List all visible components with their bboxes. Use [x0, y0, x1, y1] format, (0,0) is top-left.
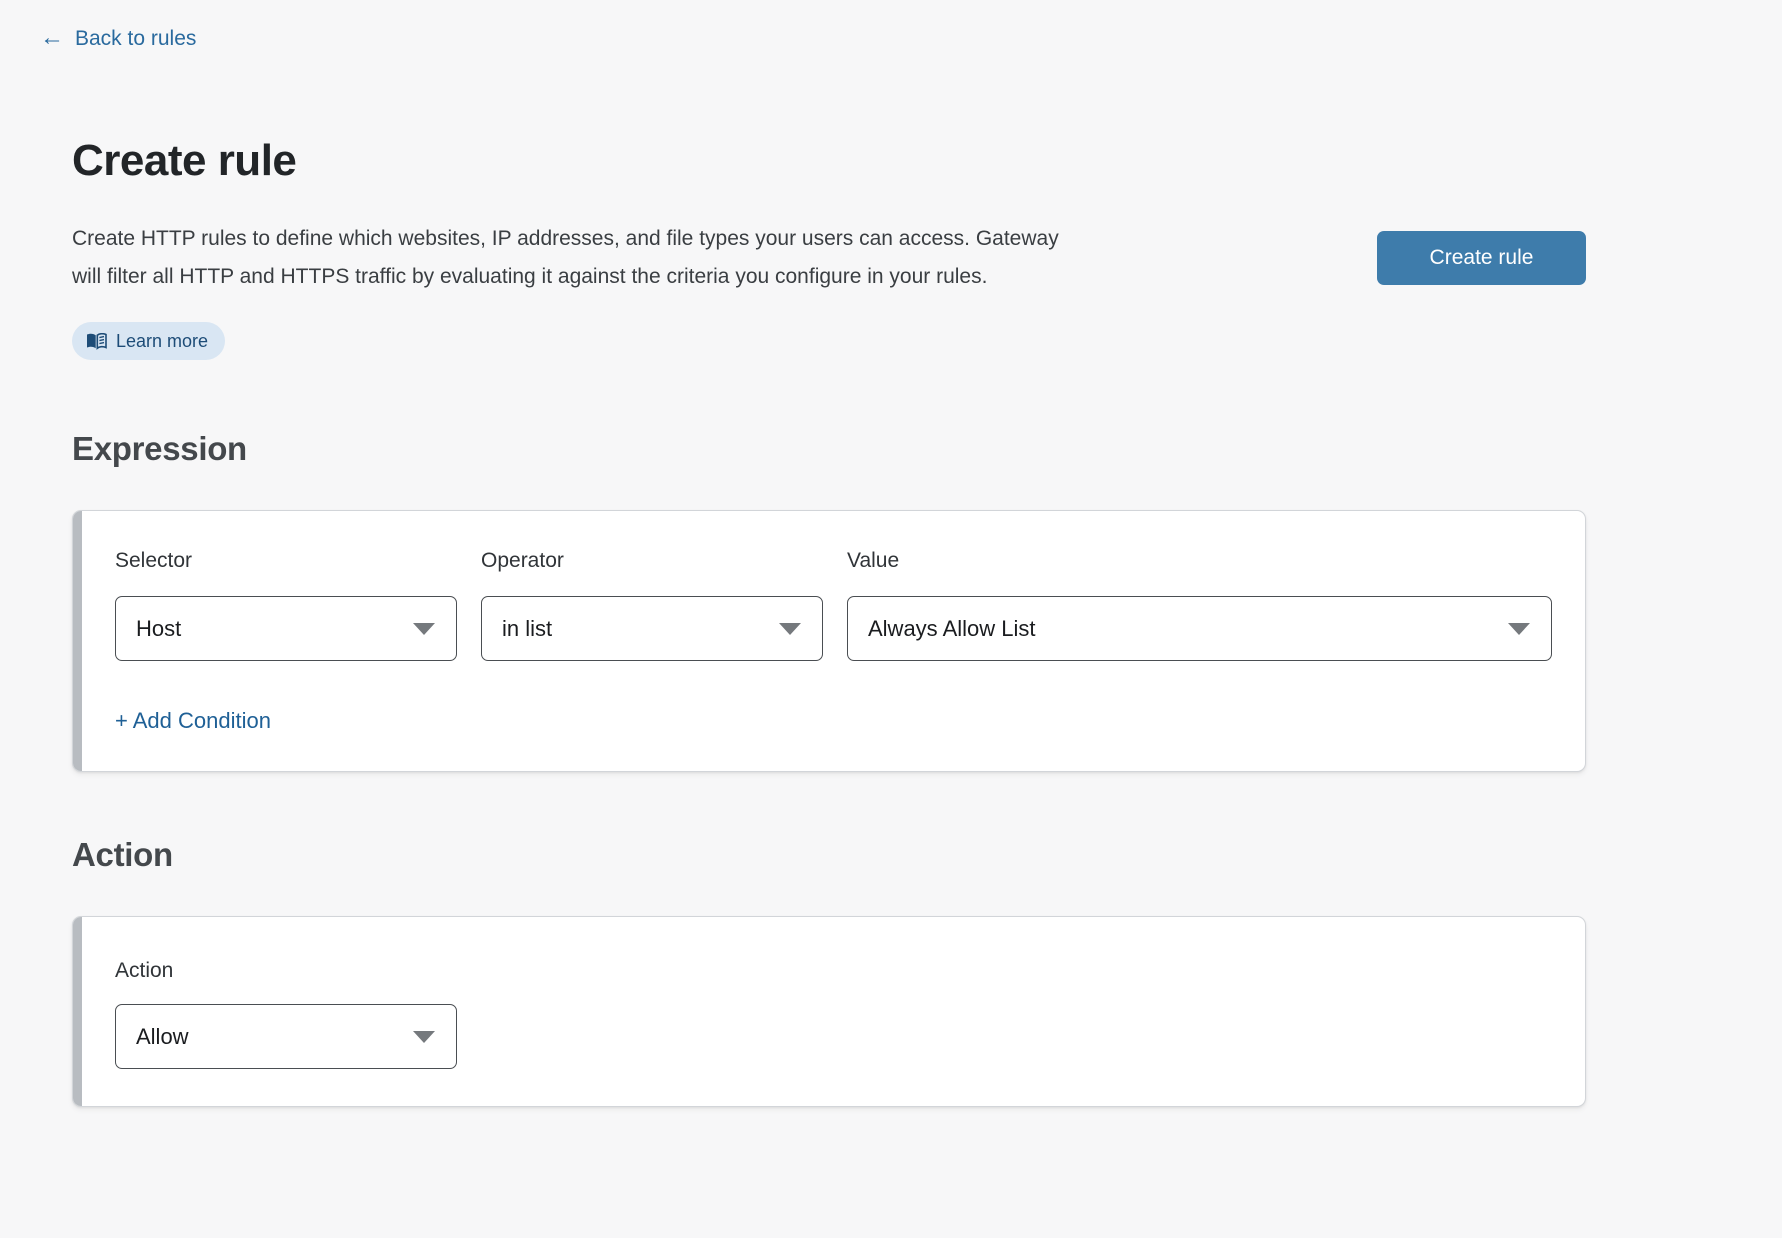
create-rule-page: ← Back to rules Create rule Create HTTP … — [72, 0, 1586, 1107]
header-left: Create HTTP rules to define which websit… — [72, 220, 1082, 360]
page-title: Create rule — [72, 136, 1586, 186]
chevron-down-icon — [413, 1031, 435, 1043]
operator-field: Operator in list — [481, 549, 823, 661]
action-card: Action Allow — [72, 916, 1586, 1107]
action-dropdown-value: Allow — [136, 1024, 189, 1050]
back-arrow-icon: ← — [40, 26, 64, 50]
selector-dropdown[interactable]: Host — [115, 596, 457, 661]
selector-label: Selector — [115, 549, 457, 573]
operator-dropdown-value: in list — [502, 616, 552, 642]
chevron-down-icon — [413, 623, 435, 635]
card-accent-bar — [73, 511, 82, 771]
expression-heading: Expression — [72, 430, 1586, 468]
selector-dropdown-value: Host — [136, 616, 181, 642]
value-label: Value — [847, 549, 1552, 573]
action-heading: Action — [72, 836, 1586, 874]
chevron-down-icon — [1508, 623, 1530, 635]
action-field: Action Allow — [115, 959, 457, 1069]
selector-field: Selector Host — [115, 549, 457, 661]
page-description: Create HTTP rules to define which websit… — [72, 220, 1082, 296]
back-to-rules-link[interactable]: ← Back to rules — [40, 27, 196, 51]
action-label: Action — [115, 959, 457, 983]
operator-label: Operator — [481, 549, 823, 573]
expression-card: Selector Host Operator in list Value — [72, 510, 1586, 772]
add-condition-link[interactable]: + Add Condition — [115, 708, 271, 734]
value-dropdown[interactable]: Always Allow List — [847, 596, 1552, 661]
chevron-down-icon — [779, 623, 801, 635]
value-field: Value Always Allow List — [847, 549, 1552, 661]
learn-more-badge[interactable]: Learn more — [72, 322, 225, 360]
back-link-label: Back to rules — [75, 27, 196, 51]
expression-fields-row: Selector Host Operator in list Value — [115, 549, 1552, 661]
operator-dropdown[interactable]: in list — [481, 596, 823, 661]
book-icon — [86, 333, 107, 350]
card-accent-bar — [73, 917, 82, 1106]
header-row: Create HTTP rules to define which websit… — [72, 220, 1586, 360]
action-card-body: Action Allow — [73, 917, 1585, 1106]
create-rule-button[interactable]: Create rule — [1377, 231, 1586, 285]
value-dropdown-value: Always Allow List — [868, 616, 1036, 642]
expression-card-body: Selector Host Operator in list Value — [73, 511, 1585, 771]
action-dropdown[interactable]: Allow — [115, 1004, 457, 1069]
learn-more-label: Learn more — [116, 331, 208, 352]
